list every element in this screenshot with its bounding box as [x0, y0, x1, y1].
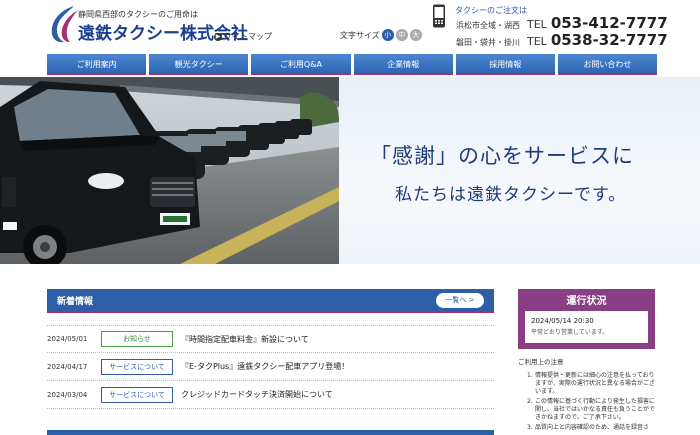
note-item: 1. 情報提供・更新には細心の注意を払っておりますが、実際の運行状況と異なる場合が… — [527, 372, 655, 396]
status-message: 平常どおり営業しています。 — [531, 329, 609, 336]
nav-item-company[interactable]: 企業情報 — [353, 54, 453, 75]
font-size-small-button[interactable]: 小 — [381, 29, 394, 41]
status-title: 運行状況 — [566, 296, 607, 307]
hero-message-panel — [339, 77, 700, 264]
note-item: 2. この情報に基づく行動により発生した損害に関し、当社ではいかなる責任も負うこと… — [527, 398, 655, 422]
page: 静岡県西部のタクシーのご用命は 遠鉄タクシー株式会社 ▶ サイトマップ 文字サイズ… — [0, 0, 700, 435]
hero-banner: 「感謝」の心をサービスに 私たちは遠鉄タクシーです。 — [0, 77, 700, 264]
note-text: 品質向上と内容確認のため、通話を録音さ — [535, 424, 650, 431]
arrow-right-icon: ▶ — [214, 32, 222, 41]
news-link[interactable]: 『E-タクPlus』遠鉄タクシー配車アプリ登場！ — [181, 361, 349, 372]
tel-label: TEL — [527, 35, 547, 48]
site-header: 静岡県西部のタクシーのご用命は 遠鉄タクシー株式会社 ▶ サイトマップ 文字サイズ… — [0, 0, 700, 54]
status-panel: 2024/05/14 20:30 平常どおり営業しています。 — [525, 311, 648, 343]
news-date: 2024/05/01 — [47, 335, 88, 343]
tel-row-iwata: 磐田・袋井・掛川 TEL 0538-32-7777 — [456, 31, 668, 49]
news-tag-service: サービスについて — [101, 386, 173, 403]
news-link[interactable]: 『時間指定配車料金』新設について — [181, 334, 309, 345]
tel-number[interactable]: 0538-32-7777 — [551, 31, 668, 49]
news-tag-service: サービスについて — [101, 358, 173, 375]
chevron-right-icon: > — [468, 296, 475, 304]
nav-item-contact[interactable]: お問い合わせ — [557, 54, 658, 75]
nav-item-faq[interactable]: ご利用Q&A — [251, 54, 351, 75]
news-date: 2024/03/04 — [47, 390, 88, 399]
hero-catchphrase: 「感謝」の心をサービスに — [370, 144, 634, 168]
nav-item-recruit[interactable]: 採用情報 — [455, 54, 555, 75]
news-link[interactable]: クレジッドカードタッチ決済開始について — [181, 389, 333, 400]
tel-area: 浜松市全域・湖西 — [456, 21, 520, 30]
note-number: 3. — [527, 424, 533, 431]
tel-area: 磐田・袋井・掛川 — [456, 38, 520, 47]
sitemap-link[interactable]: ▶ サイトマップ — [214, 31, 272, 42]
news-tag-notice: お知らせ — [101, 331, 173, 347]
status-time: 2024/05/14 20:30 — [531, 317, 594, 325]
news-more-label: 一覧へ — [445, 296, 467, 304]
global-nav: ご利用案内 観光タクシー ご利用Q&A 企業情報 採用情報 お問い合わせ — [47, 54, 658, 75]
nav-item-guide[interactable]: ご利用案内 — [47, 54, 147, 75]
tel-label: TEL — [527, 18, 547, 31]
note-number: 1. — [527, 372, 533, 379]
news-more-button[interactable]: 一覧へ > — [436, 293, 484, 308]
news-item: 2024/05/01 お知らせ 『時間指定配車料金』新設について — [47, 325, 494, 353]
news-title: 新着情報 — [57, 297, 94, 307]
font-size-large-button[interactable]: 大 — [409, 29, 422, 41]
news-date: 2024/04/17 — [47, 362, 88, 371]
section-bar — [47, 430, 494, 435]
note-text: 情報提供・更新には細心の注意を払っておりますが、実際の運行状況と異なる場合がござ… — [535, 372, 655, 395]
tel-row-hamamatsu: 浜松市全域・湖西 TEL 053-412-7777 — [456, 14, 668, 32]
note-item: 3. 品質向上と内容確認のため、通話を録音さ — [527, 424, 655, 432]
notes-title: ご利用上の注意 — [518, 358, 564, 366]
notes-list: 1. 情報提供・更新には細心の注意を払っておりますが、実際の運行状況と異なる場合が… — [527, 372, 655, 434]
news-header: 新着情報 一覧へ > — [47, 289, 494, 313]
news-item: 2024/03/04 サービスについて クレジッドカードタッチ決済開始について — [47, 381, 494, 409]
font-size-label: 文字サイズ — [340, 30, 380, 40]
font-size-switcher: 文字サイズ 小 中 大 — [340, 29, 422, 41]
operation-status-box: 運行状況 2024/05/14 20:30 平常どおり営業しています。 — [518, 289, 655, 349]
sitemap-label: サイトマップ — [224, 32, 272, 41]
company-logo-icon[interactable] — [46, 4, 82, 44]
font-size-medium-button[interactable]: 中 — [395, 29, 408, 41]
tel-number[interactable]: 053-412-7777 — [551, 14, 668, 32]
note-number: 2. — [527, 398, 533, 405]
note-text: この情報に基づく行動により発生した損害に関し、当社ではいかなる責任も負うことがで… — [535, 398, 656, 421]
taxi-fleet-photo — [0, 77, 339, 264]
news-item: 2024/04/17 サービスについて 『E-タクPlus』遠鉄タクシー配車アプ… — [47, 353, 494, 381]
mobile-phone-icon — [433, 4, 445, 28]
hero-subphrase: 私たちは遠鉄タクシーです。 — [395, 185, 627, 205]
nav-item-sightseeing[interactable]: 観光タクシー — [149, 54, 249, 75]
